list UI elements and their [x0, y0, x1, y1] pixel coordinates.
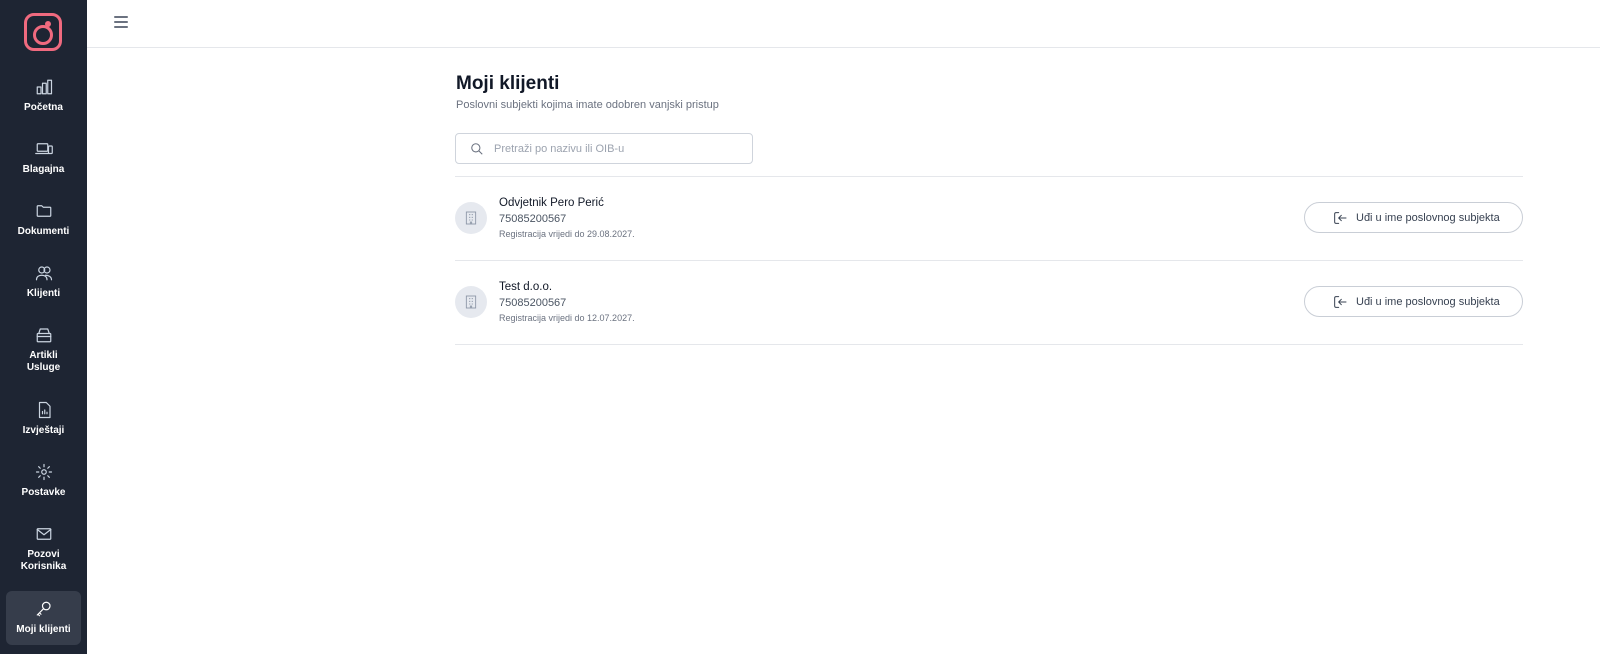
- client-name: Odvjetnik Pero Perić: [499, 197, 604, 209]
- top-bar: [87, 0, 1600, 48]
- users-icon: [35, 266, 52, 281]
- sidebar-item-postavke[interactable]: Postavke: [6, 463, 81, 508]
- sidebar-item-label: Postavke: [21, 487, 66, 498]
- client-oib: 75085200567: [499, 297, 567, 309]
- page-subtitle: Poslovni subjekti kojima imate odobren v…: [456, 99, 719, 111]
- sidebar-item-label: Izvještaji: [22, 425, 65, 436]
- sidebar-item-label: Klijenti: [26, 288, 61, 299]
- laptop-phone-icon: [34, 143, 53, 155]
- sign-in-icon: [1334, 211, 1347, 224]
- sidebar-item-izvjestaji[interactable]: Izvještaji: [6, 401, 81, 446]
- sidebar-item-label: Dokumenti: [17, 226, 70, 237]
- folder-icon: [36, 205, 51, 217]
- sidebar-item-pocetna[interactable]: Početna: [6, 78, 81, 123]
- box-icon: [36, 328, 51, 343]
- search-icon: [471, 143, 483, 155]
- building-icon: [465, 211, 477, 225]
- bar-chart-icon: [36, 79, 52, 95]
- sidebar-item-klijenti[interactable]: Klijenti: [6, 264, 81, 309]
- enter-as-business-label: Uđi u ime poslovnog subjekta: [1356, 211, 1500, 224]
- report-icon: [38, 401, 51, 419]
- search-box: [455, 133, 753, 164]
- app-logo-camera-icon[interactable]: [24, 13, 62, 51]
- sidebar-item-moji-klijenti[interactable]: Moji klijenti: [6, 591, 81, 645]
- divider: [455, 344, 1523, 345]
- client-registration: Registracija vrijedi do 29.08.2027.: [499, 229, 635, 239]
- page-title: Moji klijenti: [456, 73, 560, 94]
- sidebar-item-blagajna[interactable]: Blagajna: [6, 140, 81, 185]
- sidebar: Početna Blagajna Dokumenti Klijenti Arti…: [0, 0, 87, 654]
- sidebar-item-label: Moji klijenti: [16, 624, 71, 635]
- client-avatar: [455, 286, 487, 318]
- search-input[interactable]: [494, 140, 744, 158]
- sidebar-item-label: Artikli Usluge: [26, 350, 61, 373]
- client-row: Test d.o.o. 75085200567 Registracija vri…: [455, 260, 1523, 344]
- sidebar-item-artikli-usluge[interactable]: Artikli Usluge: [6, 326, 81, 384]
- client-oib: 75085200567: [499, 213, 567, 225]
- gear-icon: [35, 463, 52, 481]
- building-icon: [465, 295, 477, 309]
- key-icon: [36, 601, 51, 617]
- enter-as-business-label: Uđi u ime poslovnog subjekta: [1356, 295, 1500, 308]
- sign-in-icon: [1334, 295, 1347, 308]
- enter-as-business-button[interactable]: Uđi u ime poslovnog subjekta: [1304, 286, 1523, 317]
- client-registration: Registracija vrijedi do 12.07.2027.: [499, 313, 635, 323]
- sidebar-item-dokumenti[interactable]: Dokumenti: [6, 202, 81, 247]
- client-name: Test d.o.o.: [499, 281, 553, 293]
- client-avatar: [455, 202, 487, 234]
- sidebar-item-label: Pozovi Korisnika: [20, 549, 67, 572]
- menu-toggle-icon[interactable]: [114, 16, 128, 28]
- sidebar-item-label: Početna: [24, 102, 63, 113]
- enter-as-business-button[interactable]: Uđi u ime poslovnog subjekta: [1304, 202, 1523, 233]
- mail-icon: [36, 528, 51, 540]
- client-row: Odvjetnik Pero Perić 75085200567 Registr…: [455, 176, 1523, 260]
- sidebar-item-label: Blagajna: [22, 164, 65, 175]
- sidebar-item-pozovi-korisnika[interactable]: Pozovi Korisnika: [6, 525, 81, 583]
